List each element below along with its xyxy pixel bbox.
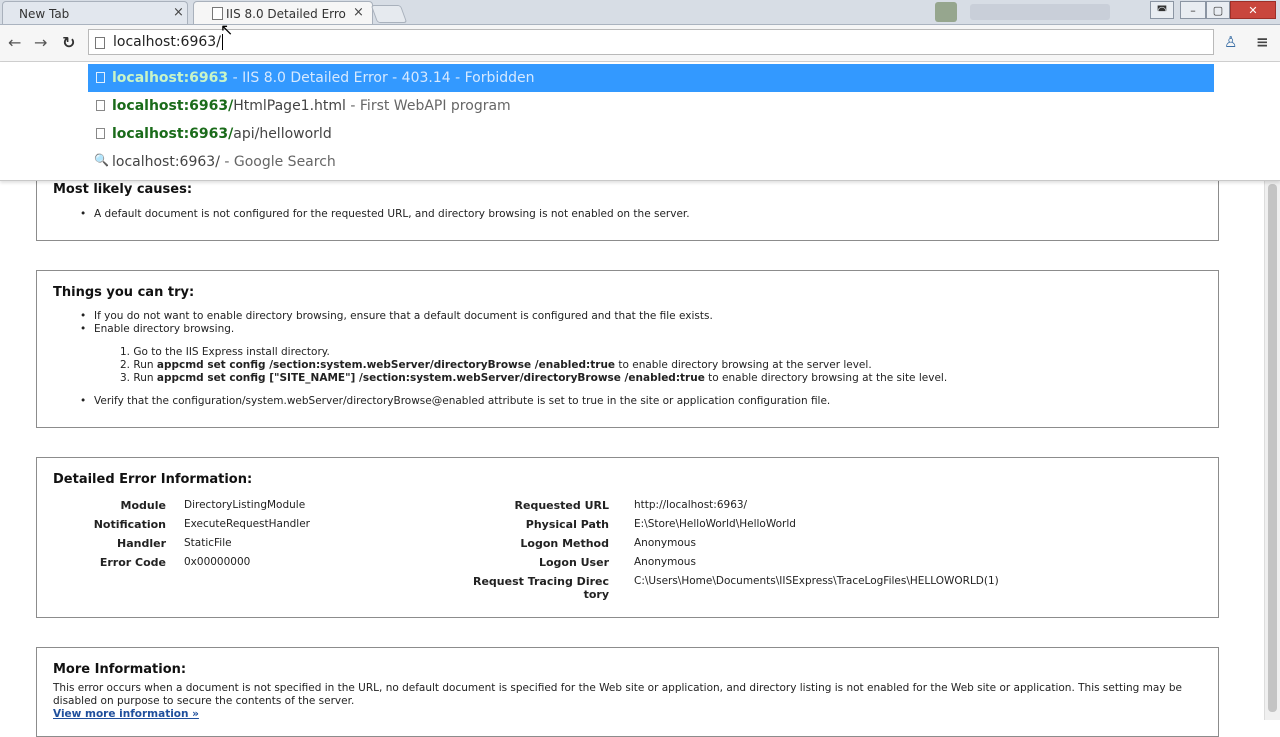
section-title: Detailed Error Information: — [53, 472, 253, 487]
omnibox-suggestions: localhost:6963 - IIS 8.0 Detailed Error … — [0, 62, 1280, 181]
detail-value: Anonymous — [634, 537, 696, 549]
account-icon[interactable]: ♙ — [1224, 33, 1237, 51]
blurred-region — [970, 4, 1110, 20]
section-title: Most likely causes: — [53, 182, 193, 197]
back-button[interactable]: ← — [8, 33, 21, 52]
maximize-button[interactable]: ▢ — [1206, 1, 1230, 19]
suggestion-item[interactable]: localhost:6963 - IIS 8.0 Detailed Error … — [88, 64, 1214, 92]
detail-value: Anonymous — [634, 556, 696, 568]
detail-label: Request Tracing Direc — [472, 575, 609, 588]
tab-label: New Tab — [19, 7, 70, 21]
close-icon[interactable]: × — [353, 5, 364, 20]
detail-label: Logon Method — [520, 537, 609, 550]
detail-value: StaticFile — [184, 537, 232, 549]
profile-button[interactable]: ◚ — [1150, 1, 1174, 19]
browser-toolbar: ← → ↻ localhost:6963/ ♙ ≡ — [0, 25, 1280, 62]
list-item: Enable directory browsing. — [80, 323, 234, 335]
section-title: Things you can try: — [53, 285, 195, 300]
tab-strip: New Tab × IIS 8.0 Detailed Error - 403 ×… — [0, 0, 1280, 25]
suggestion-item[interactable]: localhost:6963/HtmlPage1.html - First We… — [88, 92, 1214, 120]
close-window-button[interactable]: ✕ — [1230, 1, 1276, 19]
forward-button[interactable]: → — [34, 33, 47, 52]
detail-label: Requested URL — [514, 499, 609, 512]
detail-label: Physical Path — [525, 518, 609, 531]
detail-value: http://localhost:6963/ — [634, 499, 748, 511]
minimize-button[interactable]: – — [1180, 1, 1206, 19]
page-icon — [96, 100, 105, 111]
info-text: disabled on purpose to secure the conten… — [53, 695, 355, 707]
detail-value: ExecuteRequestHandler — [184, 518, 310, 530]
view-more-link[interactable]: View more information » — [53, 708, 199, 720]
detail-label: Error Code — [99, 556, 166, 569]
step-item: 3. Run appcmd set config ["SITE_NAME"] /… — [120, 372, 948, 384]
step-item: 1. Go to the IIS Express install directo… — [120, 346, 330, 358]
detail-label: tory — [583, 588, 609, 601]
detail-label: Logon User — [538, 556, 609, 569]
page-icon — [212, 7, 223, 20]
things-to-try-section: Things you can try: If you do not want t… — [36, 270, 1219, 428]
detail-value: DirectoryListingModule — [184, 499, 306, 511]
step-item: 2. Run appcmd set config /section:system… — [120, 359, 872, 371]
address-input-value[interactable]: localhost:6963/ — [113, 34, 223, 50]
section-title: More Information: — [53, 662, 187, 677]
more-information-section: More Information: This error occurs when… — [36, 647, 1219, 737]
detail-value: E:\Store\HelloWorld\HelloWorld — [634, 518, 796, 530]
page-icon — [95, 37, 105, 49]
list-item: If you do not want to enable directory b… — [80, 310, 713, 322]
page-icon — [96, 72, 105, 83]
vertical-scrollbar[interactable] — [1264, 180, 1280, 720]
suggestion-item[interactable]: localhost:6963/api/helloworld — [88, 120, 1214, 148]
tab-label: IIS 8.0 Detailed Error - 403 — [226, 7, 346, 21]
detail-value: 0x00000000 — [184, 556, 251, 568]
menu-icon[interactable]: ≡ — [1256, 33, 1269, 51]
list-item: A default document is not configured for… — [80, 208, 690, 220]
extension-icon[interactable] — [935, 2, 957, 22]
detail-label: Module — [120, 499, 166, 512]
close-icon[interactable]: × — [173, 5, 184, 20]
info-text: This error occurs when a document is not… — [53, 682, 1183, 694]
address-bar[interactable]: localhost:6963/ — [88, 29, 1214, 55]
page-icon — [96, 128, 105, 139]
reload-button[interactable]: ↻ — [62, 33, 75, 52]
new-tab-button[interactable] — [370, 5, 408, 23]
tab-new-tab[interactable]: New Tab × — [2, 1, 188, 24]
mouse-cursor-icon: ↖ — [220, 20, 234, 39]
detailed-error-section: Detailed Error Information: Module Direc… — [36, 457, 1219, 618]
list-item: Verify that the configuration/system.web… — [80, 395, 830, 407]
detail-label: Handler — [117, 537, 166, 550]
suggestion-item[interactable]: 🔍 localhost:6963/ - Google Search — [88, 148, 1214, 176]
scrollbar-thumb[interactable] — [1268, 184, 1277, 712]
detail-label: Notification — [93, 518, 166, 531]
detail-value: C:\Users\Home\Documents\IISExpress\Trace… — [634, 575, 999, 587]
search-icon: 🔍 — [94, 153, 109, 167]
